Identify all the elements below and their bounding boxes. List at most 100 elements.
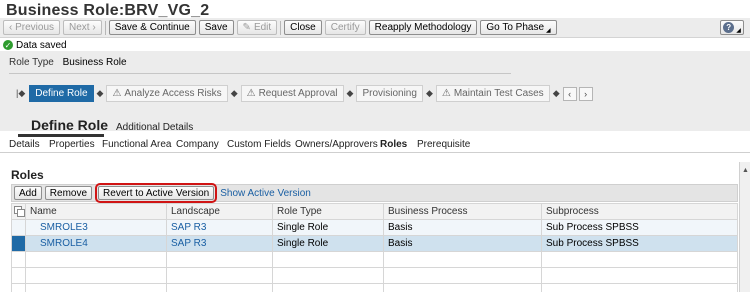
empty-cell bbox=[272, 251, 384, 268]
roadmap-step-maintain-test-cases[interactable]: ⚠ Maintain Test Cases bbox=[435, 85, 550, 102]
empty-table-row bbox=[11, 283, 738, 292]
roadmap-step-label: Maintain Test Cases bbox=[453, 88, 544, 99]
roadmap-step-analyze-access-risks[interactable]: ⚠ Analyze Access Risks bbox=[106, 85, 228, 102]
subtab-roles[interactable]: Roles bbox=[380, 139, 407, 150]
empty-cell bbox=[272, 267, 384, 284]
remove-button[interactable]: Remove bbox=[44, 186, 93, 200]
row-selector bbox=[11, 251, 26, 268]
role-name-link[interactable]: SMROLE3 bbox=[25, 219, 167, 236]
business-process-cell: Basis bbox=[383, 219, 542, 236]
subtab-functional-area[interactable]: Functional Area bbox=[102, 139, 172, 150]
warning-icon: ⚠ bbox=[246, 88, 256, 99]
row-selector bbox=[11, 283, 26, 292]
show-active-version-link[interactable]: Show Active Version bbox=[220, 188, 311, 199]
subtab-custom-fields[interactable]: Custom Fields bbox=[227, 139, 291, 150]
revert-to-active-version-button[interactable]: Revert to Active Version bbox=[95, 183, 218, 203]
empty-cell bbox=[383, 267, 542, 284]
column-header-business-process[interactable]: Business Process bbox=[383, 203, 542, 220]
table-row[interactable]: SMROLE3 SAP R3 Single Role Basis Sub Pro… bbox=[11, 219, 738, 236]
main-toolbar: ‹ Previous Next › Save & Continue Save ✎… bbox=[0, 18, 750, 38]
roles-panel: Roles Add Remove Revert to Active Versio… bbox=[8, 163, 738, 292]
message-text: Data saved bbox=[16, 39, 67, 51]
add-button[interactable]: Add bbox=[14, 186, 42, 200]
warning-icon: ⚠ bbox=[441, 88, 451, 99]
subtab-company[interactable]: Company bbox=[176, 139, 219, 150]
roadmap-diamond-icon: ◆ bbox=[230, 88, 238, 98]
tab-additional-details[interactable]: Additional Details bbox=[116, 122, 193, 133]
empty-cell bbox=[25, 283, 167, 292]
toolbar-separator bbox=[280, 20, 282, 35]
edit-button[interactable]: ✎ Edit bbox=[236, 20, 278, 35]
tab-define-role[interactable]: Define Role bbox=[31, 117, 108, 133]
message-bar: ✓ Data saved bbox=[0, 39, 750, 51]
roadmap-step-define-role[interactable]: Define Role bbox=[29, 85, 94, 102]
roles-table: Name Landscape Role Type Business Proces… bbox=[11, 203, 738, 292]
landscape-link[interactable]: SAP R3 bbox=[166, 219, 273, 236]
empty-cell bbox=[25, 251, 167, 268]
divider bbox=[9, 73, 511, 74]
go-to-phase-label: Go To Phase bbox=[486, 22, 545, 33]
column-header-name[interactable]: Name bbox=[25, 203, 167, 220]
roadmap-step-label: Provisioning bbox=[362, 88, 417, 99]
column-header-landscape[interactable]: Landscape bbox=[166, 203, 273, 220]
roadmap-step-request-approval[interactable]: ⚠ Request Approval bbox=[240, 85, 344, 102]
empty-cell bbox=[166, 283, 273, 292]
role-type-label: Role Type bbox=[9, 57, 54, 68]
page-tabs: Define Role Additional Details bbox=[0, 115, 750, 137]
save-button[interactable]: Save bbox=[198, 20, 234, 35]
roadmap-diamond-icon: ◆ bbox=[96, 88, 104, 98]
roadmap-next-button[interactable]: › bbox=[578, 86, 593, 101]
scroll-up-icon[interactable]: ▲ bbox=[742, 167, 749, 174]
empty-cell bbox=[25, 267, 167, 284]
roadmap-step-label: Analyze Access Risks bbox=[124, 88, 222, 99]
previous-button[interactable]: ‹ Previous bbox=[3, 20, 61, 35]
roadmap-prev-button[interactable]: ‹ bbox=[562, 86, 577, 101]
roles-table-toolbar: Add Remove Revert to Active Version Show… bbox=[11, 183, 738, 203]
empty-cell bbox=[541, 251, 738, 268]
column-header-role-type[interactable]: Role Type bbox=[272, 203, 384, 220]
landscape-link[interactable]: SAP R3 bbox=[166, 235, 273, 252]
help-button[interactable]: ? ◢ bbox=[720, 20, 744, 35]
empty-cell bbox=[541, 283, 738, 292]
empty-cell bbox=[383, 251, 542, 268]
vertical-scrollbar[interactable]: ▲ bbox=[739, 162, 750, 292]
next-button[interactable]: Next › bbox=[63, 20, 102, 35]
empty-cell bbox=[166, 267, 273, 284]
pencil-icon: ✎ bbox=[242, 22, 251, 33]
empty-cell bbox=[541, 267, 738, 284]
empty-cell bbox=[272, 283, 384, 292]
row-selector[interactable] bbox=[11, 219, 26, 236]
select-all-cell[interactable] bbox=[11, 203, 26, 220]
roadmap-step-provisioning[interactable]: Provisioning bbox=[356, 85, 423, 102]
help-icon: ? bbox=[723, 22, 735, 33]
subtab-properties[interactable]: Properties bbox=[49, 139, 95, 150]
empty-table-row bbox=[11, 251, 738, 268]
reapply-methodology-button[interactable]: Reapply Methodology bbox=[368, 20, 478, 35]
roadmap-start-icon: |◆ bbox=[16, 88, 26, 98]
column-header-subprocess[interactable]: Subprocess bbox=[541, 203, 738, 220]
edit-button-label: Edit bbox=[253, 22, 272, 33]
subtab-prerequisite[interactable]: Prerequisite bbox=[417, 139, 470, 150]
table-row[interactable]: SMROLE4 SAP R3 Single Role Basis Sub Pro… bbox=[11, 235, 738, 252]
role-name-link[interactable]: SMROLE4 bbox=[25, 235, 167, 252]
subtab-strip: Details Properties Functional Area Compa… bbox=[0, 136, 750, 153]
go-to-phase-button[interactable]: Go To Phase ◢ bbox=[480, 20, 557, 35]
row-selector[interactable] bbox=[11, 235, 26, 252]
certify-button[interactable]: Certify bbox=[324, 20, 366, 35]
close-button[interactable]: Close bbox=[284, 20, 322, 35]
warning-icon: ⚠ bbox=[112, 88, 122, 99]
dropdown-caret-icon: ◢ bbox=[546, 28, 551, 34]
subtab-details[interactable]: Details bbox=[9, 139, 40, 150]
empty-cell bbox=[166, 251, 273, 268]
roles-panel-title: Roles bbox=[11, 168, 44, 182]
toolbar-separator bbox=[104, 20, 106, 35]
roadmap-end-icon: ◆ bbox=[552, 88, 560, 98]
subtab-owners-approvers[interactable]: Owners/Approvers bbox=[295, 139, 378, 150]
row-selector bbox=[11, 267, 26, 284]
role-type-cell: Single Role bbox=[272, 219, 384, 236]
roadmap: |◆ Define Role ◆ ⚠ Analyze Access Risks … bbox=[16, 85, 595, 102]
role-type-field: Role Type Business Role bbox=[9, 57, 127, 68]
table-header-row: Name Landscape Role Type Business Proces… bbox=[11, 203, 738, 220]
save-continue-button[interactable]: Save & Continue bbox=[108, 20, 196, 35]
roadmap-diamond-icon: ◆ bbox=[346, 88, 354, 98]
